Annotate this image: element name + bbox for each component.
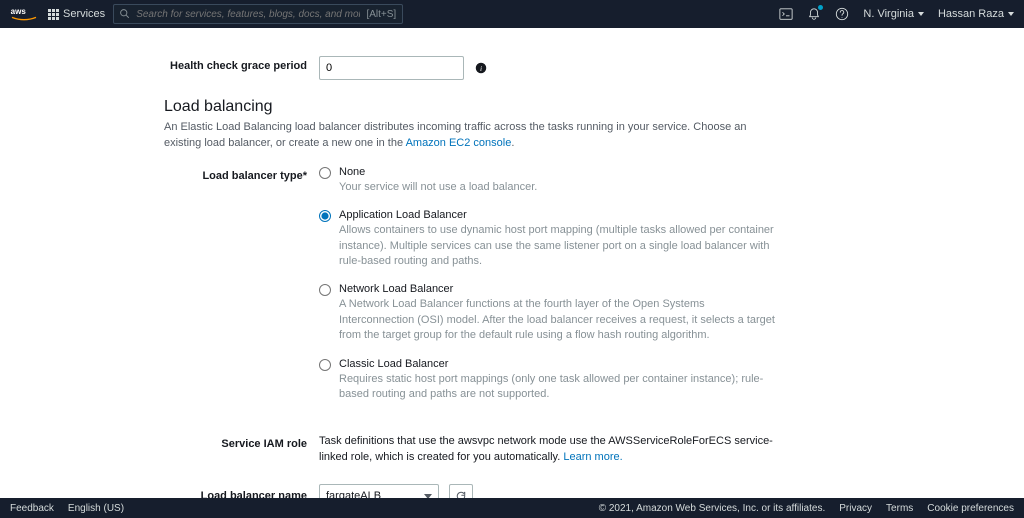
radio-clb-input[interactable] [319,359,331,371]
notification-dot [818,5,823,10]
global-search[interactable]: [Alt+S] [113,4,403,24]
language-selector[interactable]: English (US) [68,503,128,514]
health-check-input[interactable] [319,56,464,80]
services-label: Services [63,8,105,20]
radio-alb-input[interactable] [319,210,331,222]
radio-clb-label: Classic Load Balancer [339,358,804,370]
refresh-icon [455,490,467,498]
radio-clb-help: Requires static host port mappings (only… [339,372,779,403]
ec2-console-link[interactable]: Amazon EC2 console [406,137,512,149]
refresh-button[interactable] [449,484,473,498]
iam-learn-more-link[interactable]: Learn more. [563,451,622,463]
feedback-link[interactable]: Feedback [10,503,54,514]
aws-logo[interactable]: aws [10,6,38,22]
iam-role-row: Service IAM role Task definitions that u… [164,434,804,466]
user-label: Hassan Raza [938,8,1004,20]
radio-clb[interactable]: Classic Load Balancer Requires static ho… [319,358,804,403]
privacy-link[interactable]: Privacy [839,503,872,514]
bell-icon[interactable] [807,7,821,21]
help-icon[interactable] [835,7,849,21]
svg-text:aws: aws [11,7,27,16]
main-scroll[interactable]: Health check grace period i Load balanci… [0,28,1024,498]
chevron-down-icon [918,12,924,16]
health-check-row: Health check grace period i [164,56,804,80]
search-shortcut: [Alt+S] [366,9,396,20]
radio-none-input[interactable] [319,167,331,179]
iam-role-label: Service IAM role [164,434,319,450]
language-label: English (US) [68,503,124,514]
svg-text:i: i [480,64,482,73]
copyright-text: © 2021, Amazon Web Services, Inc. or its… [599,503,826,514]
radio-nlb[interactable]: Network Load Balancer A Network Load Bal… [319,283,804,343]
radio-nlb-label: Network Load Balancer [339,283,804,295]
region-label: N. Virginia [863,8,914,20]
info-icon[interactable]: i [475,62,487,74]
radio-alb[interactable]: Application Load Balancer Allows contain… [319,209,804,269]
search-input[interactable] [136,9,360,20]
region-selector[interactable]: N. Virginia [863,8,924,20]
search-icon [120,9,130,19]
chevron-down-icon [1008,12,1014,16]
account-menu[interactable]: Hassan Raza [938,8,1014,20]
radio-nlb-input[interactable] [319,284,331,296]
radio-none[interactable]: None Your service will not use a load ba… [319,166,804,195]
radio-none-label: None [339,166,804,178]
lb-name-label: Load balancer name [164,490,319,498]
grid-icon [48,9,59,20]
radio-alb-help: Allows containers to use dynamic host po… [339,223,779,269]
cloudshell-icon[interactable] [779,7,793,21]
top-nav: aws Services [Alt+S] N. Virginia Hassan … [0,0,1024,28]
radio-alb-label: Application Load Balancer [339,209,804,221]
lb-type-row: Load balancer type* None Your service wi… [164,166,804,417]
services-menu[interactable]: Services [48,8,105,20]
lb-name-select[interactable]: fargateALB [319,484,439,498]
iam-role-text: Task definitions that use the awsvpc net… [319,435,773,463]
form-panel: Health check grace period i Load balanci… [164,28,804,498]
terms-link[interactable]: Terms [886,503,913,514]
radio-nlb-help: A Network Load Balancer functions at the… [339,297,779,343]
lb-type-label: Load balancer type* [164,166,319,182]
load-balancing-heading: Load balancing [164,98,804,116]
lb-name-row: Load balancer name fargateALB [164,484,804,498]
cookies-link[interactable]: Cookie preferences [927,503,1014,514]
radio-none-help: Your service will not use a load balance… [339,180,779,195]
footer-bar: Feedback English (US) © 2021, Amazon Web… [0,498,1024,518]
health-check-label: Health check grace period [164,56,319,72]
load-balancing-desc: An Elastic Load Balancing load balancer … [164,120,784,152]
